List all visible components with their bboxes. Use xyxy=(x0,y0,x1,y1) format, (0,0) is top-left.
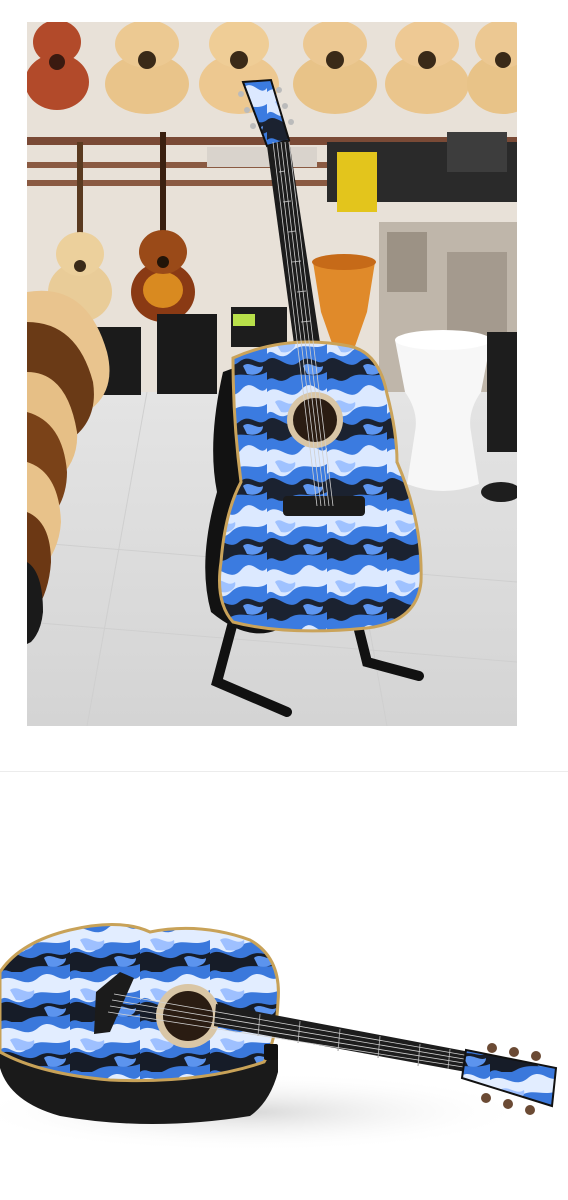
white-studio-scene xyxy=(0,772,568,1200)
guitar-store-photo xyxy=(27,22,517,726)
product-image-page xyxy=(0,0,568,1200)
store-scene xyxy=(27,22,517,726)
guitar-lying-photo xyxy=(0,772,568,1200)
